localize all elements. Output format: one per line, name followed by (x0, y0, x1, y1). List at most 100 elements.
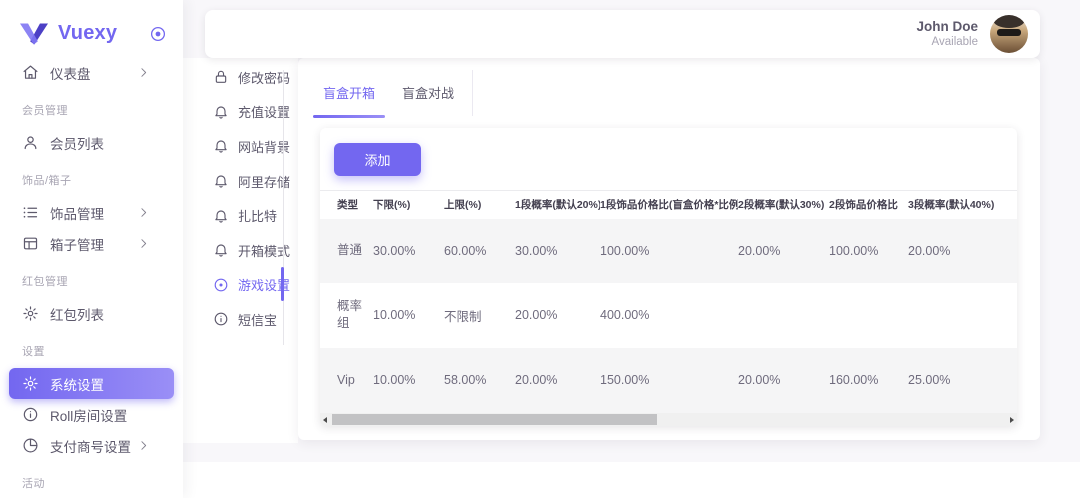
sidebar-item-member-list[interactable]: 会员列表 (9, 127, 174, 158)
sidebar-item-roll-room-settings[interactable]: Roll房间设置 (9, 399, 174, 430)
scrollbar-thumb[interactable] (332, 414, 657, 425)
cell-value: 100.00% (600, 219, 738, 283)
tab-divider (472, 70, 473, 116)
cell-value: 10.00% (373, 348, 444, 413)
tab-blindbox-battle[interactable]: 盲盒对战 (392, 75, 464, 110)
menu-item-site-background[interactable]: 网站背景 (183, 129, 298, 164)
cell-value: 不限制 (444, 283, 515, 348)
cell-value: 100.00% (829, 219, 908, 283)
cell-value: 20.00% (515, 283, 600, 348)
sidebar-nav: 仪表盘 会员管理 会员列表 饰品/箱子 饰品管理 箱子管理 红包管理 (0, 52, 183, 491)
cell-value: 58.00% (444, 348, 515, 413)
info-icon (213, 311, 229, 327)
col-header-seg1-price-ratio: 1段饰品价格比(盲盒价格*比例) (600, 191, 738, 219)
menu-item-recharge-settings[interactable]: 充值设置 (183, 95, 298, 130)
menu-divider (283, 70, 284, 345)
main-content-card: 盲盒开箱 盲盒对战 添加 类型 下限(%) 上限(%) 1段概率(默认20% (298, 58, 1040, 440)
chevron-right-icon (137, 439, 150, 452)
col-header-seg2-price-ratio: 2段饰品价格比 (829, 191, 908, 219)
table-row: Vip 10.00% 58.00% 20.00% 150.00% 20.00% … (320, 348, 1017, 413)
box-icon (22, 235, 39, 252)
col-header-seg2-prob: 2段概率(默认30%) (738, 191, 829, 219)
cell-value: 60.00% (444, 219, 515, 283)
table-row: 概率组 10.00% 不限制 20.00% 400.00% (320, 283, 1017, 348)
brand-name: Vuexy (58, 22, 149, 45)
sidebar-item-system-settings[interactable]: 系统设置 (9, 368, 174, 399)
sidebar-item-payment-settings[interactable]: 支付商号设置 (9, 430, 174, 461)
sidebar-item-dashboard[interactable]: 仪表盘 (9, 57, 174, 88)
cell-value: 30.00% (515, 219, 600, 283)
menu-pin-icon[interactable] (149, 25, 167, 43)
scroll-left-arrow-icon[interactable] (320, 413, 332, 426)
cell-value: 30.00% (373, 219, 444, 283)
sidebar-item-label: 箱子管理 (50, 234, 104, 254)
vuexy-logo-icon (20, 22, 48, 46)
menu-item-change-password[interactable]: 修改密码 (183, 60, 298, 95)
bell-icon (213, 208, 229, 224)
horizontal-scrollbar[interactable] (320, 413, 1017, 426)
menu-item-ali-storage[interactable]: 阿里存储 (183, 164, 298, 199)
lock-icon (213, 69, 229, 85)
table-toolbar: 添加 (320, 128, 1017, 190)
gear-icon (22, 305, 39, 322)
cell-value (738, 283, 829, 348)
sidebar-item-label: 红包列表 (50, 304, 104, 324)
menu-active-indicator (281, 267, 284, 301)
user-avatar[interactable] (990, 15, 1028, 53)
bell-icon (213, 104, 229, 120)
gear-icon (22, 375, 39, 392)
settings-menu-panel: 修改密码 充值设置 网站背景 阿里存储 扎比特 开箱模式 (183, 58, 298, 443)
cell-value: 25.00% (908, 348, 1017, 413)
cell-value (829, 283, 908, 348)
chevron-right-icon (137, 237, 150, 250)
cell-value: 150.00% (600, 348, 738, 413)
cell-value: 20.00% (738, 219, 829, 283)
sidebar-section-settings: 设置 (0, 346, 183, 359)
sidebar-item-ornament-mgmt[interactable]: 饰品管理 (9, 197, 174, 228)
col-header-type: 类型 (320, 191, 373, 219)
chevron-right-icon (137, 206, 150, 219)
col-header-upper-limit: 上限(%) (444, 191, 515, 219)
menu-item-zhabite[interactable]: 扎比特 (183, 198, 298, 233)
bell-icon (213, 173, 229, 189)
tab-blindbox-open[interactable]: 盲盒开箱 (313, 75, 385, 110)
pie-chart-icon (22, 437, 39, 454)
sidebar-item-box-mgmt[interactable]: 箱子管理 (9, 228, 174, 259)
add-button[interactable]: 添加 (334, 143, 421, 176)
tabs: 盲盒开箱 盲盒对战 (298, 58, 1040, 110)
menu-item-unbox-mode[interactable]: 开箱模式 (183, 233, 298, 268)
rates-table: 类型 下限(%) 上限(%) 1段概率(默认20%) 1段饰品价格比(盲盒价格*… (320, 190, 1017, 413)
sidebar-item-label: 支付商号设置 (50, 436, 131, 456)
user-name: John Doe (916, 19, 978, 35)
sidebar-item-redpacket-list[interactable]: 红包列表 (9, 298, 174, 329)
sidebar: Vuexy 仪表盘 会员管理 会员列表 饰品/箱子 饰品管理 (0, 0, 183, 498)
cell-value: 20.00% (515, 348, 600, 413)
col-header-seg1-prob: 1段概率(默认20%) (515, 191, 600, 219)
sidebar-item-label: 饰品管理 (50, 203, 104, 223)
menu-item-label: 短信宝 (238, 310, 277, 329)
sidebar-item-label: 仪表盘 (50, 63, 91, 83)
scroll-right-arrow-icon[interactable] (1005, 413, 1017, 426)
home-icon (22, 64, 39, 81)
cell-value: 160.00% (829, 348, 908, 413)
col-header-lower-limit: 下限(%) (373, 191, 444, 219)
menu-item-sms-bao[interactable]: 短信宝 (183, 302, 298, 337)
user-icon (22, 134, 39, 151)
col-header-seg3-prob: 3段概率(默认40%) (908, 191, 1017, 219)
cell-value: 20.00% (908, 219, 1017, 283)
info-icon (22, 406, 39, 423)
cell-type: 概率组 (320, 283, 373, 348)
user-status: Available (916, 35, 978, 49)
cell-value (908, 283, 1017, 348)
chevron-right-icon (137, 66, 150, 79)
sidebar-section-members: 会员管理 (0, 105, 183, 118)
top-header: John Doe Available (205, 10, 1040, 58)
user-meta: John Doe Available (916, 19, 978, 49)
brand: Vuexy (0, 0, 183, 52)
menu-item-label: 扎比特 (238, 206, 277, 225)
table-row: 普通 30.00% 60.00% 30.00% 100.00% 20.00% 1… (320, 219, 1017, 283)
sidebar-item-label: 会员列表 (50, 133, 104, 153)
sidebar-section-items-boxes: 饰品/箱子 (0, 175, 183, 188)
sidebar-item-label: 系统设置 (50, 374, 104, 394)
cell-value: 10.00% (373, 283, 444, 348)
